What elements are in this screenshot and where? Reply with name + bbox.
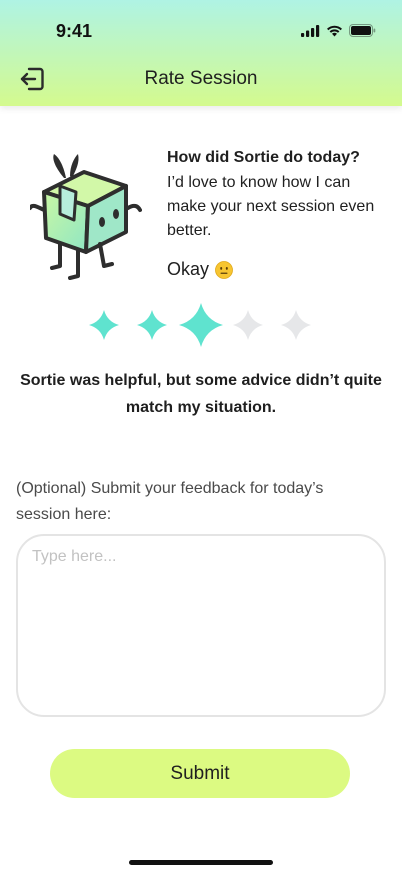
neutral-face-emoji-icon bbox=[215, 260, 233, 279]
prompt-question: How did Sortie do today? bbox=[167, 149, 360, 166]
rating-star-3-icon[interactable] bbox=[179, 303, 223, 347]
feedback-input[interactable] bbox=[32, 548, 368, 703]
sortie-mascot-illustration bbox=[28, 148, 142, 284]
rating-star-1-icon[interactable] bbox=[89, 310, 119, 340]
header-bar: 9:41 Rate Session bbox=[0, 0, 402, 106]
status-bar: 9:41 bbox=[0, 0, 402, 56]
rating-star-5-icon[interactable] bbox=[281, 310, 311, 340]
star-rating[interactable] bbox=[88, 300, 316, 350]
home-indicator bbox=[129, 860, 273, 865]
rating-description: Sortie was helpful, but some advice didn… bbox=[20, 372, 382, 416]
wifi-icon bbox=[327, 25, 342, 36]
status-icons bbox=[301, 24, 376, 37]
prompt-body: I’d love to know how I can make your nex… bbox=[167, 174, 375, 239]
submit-button[interactable]: Submit bbox=[50, 749, 350, 798]
status-time: 9:41 bbox=[56, 21, 93, 41]
feedback-label: (Optional) Submit your feedback for toda… bbox=[16, 480, 324, 523]
page-title: Rate Session bbox=[144, 68, 258, 89]
cellular-signal-icon bbox=[301, 24, 320, 37]
battery-icon bbox=[349, 24, 376, 37]
rating-prompt: How did Sortie do today? I’d love to kno… bbox=[167, 147, 387, 243]
rating-word: Okay bbox=[167, 259, 210, 279]
feedback-box[interactable] bbox=[16, 534, 386, 717]
rating-word-row: Okay bbox=[167, 259, 233, 280]
rating-star-4-icon[interactable] bbox=[233, 310, 263, 340]
rating-star-2-icon[interactable] bbox=[137, 310, 167, 340]
